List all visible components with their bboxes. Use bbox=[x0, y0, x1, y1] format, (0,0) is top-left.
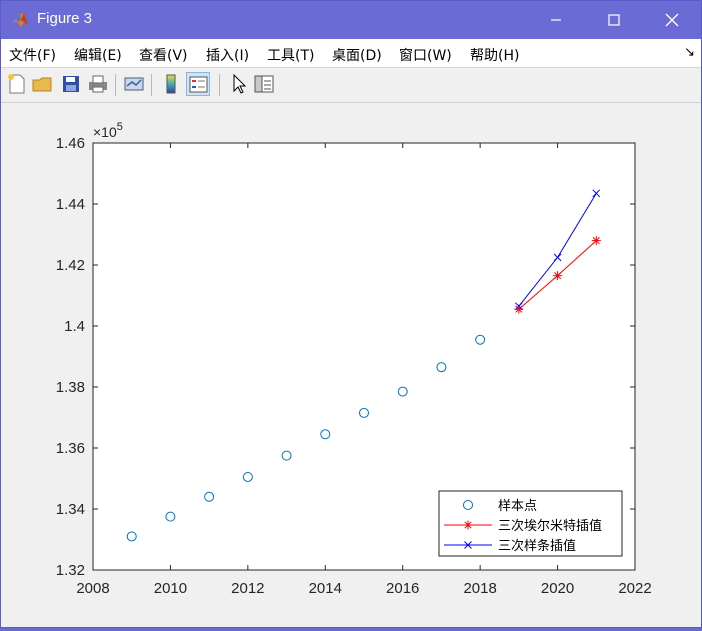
edit-plot-button[interactable] bbox=[226, 72, 250, 96]
insert-colorbar-button[interactable] bbox=[159, 72, 183, 96]
hermite-interpolation-point bbox=[591, 236, 601, 246]
open-file-button[interactable] bbox=[31, 72, 55, 96]
minimize-button[interactable] bbox=[527, 1, 585, 39]
toolbar-separator bbox=[219, 74, 220, 96]
y-tick-label: 1.38 bbox=[56, 379, 85, 396]
legend-icon bbox=[189, 76, 208, 93]
new-figure-button[interactable] bbox=[5, 72, 29, 96]
y-tick-label: 1.34 bbox=[56, 501, 85, 518]
legend[interactable]: 样本点三次埃尔米特插值三次样条插值 bbox=[438, 490, 623, 557]
y-tick-label: 1.42 bbox=[56, 257, 85, 274]
close-icon bbox=[665, 13, 679, 27]
x-tick-label: 2008 bbox=[76, 580, 109, 597]
dock-arrow-icon[interactable]: ↘ bbox=[684, 45, 695, 60]
property-inspector-icon bbox=[254, 75, 274, 93]
plot-svg: 2008 2010 2012 2014 2016 2018 2020 2022 1.32 1.34… bbox=[56, 121, 652, 597]
menu-file[interactable]: 文件(F) bbox=[9, 45, 56, 65]
legend-label: 三次埃尔米特插值 bbox=[498, 518, 602, 534]
menu-window[interactable]: 窗口(W) bbox=[399, 45, 452, 65]
y-tick-label: 1.4 bbox=[64, 318, 85, 335]
figure-toolbar bbox=[1, 68, 701, 103]
legend-label: 样本点 bbox=[498, 499, 537, 514]
x-tick-label: 2010 bbox=[154, 580, 187, 597]
folder-icon bbox=[32, 77, 52, 92]
x-tick-label: 2016 bbox=[386, 580, 419, 597]
link-plot-icon bbox=[124, 77, 144, 91]
exponent-label: ×105 bbox=[93, 121, 123, 140]
menu-tools[interactable]: 工具(T) bbox=[267, 45, 314, 65]
window-title: Figure 3 bbox=[37, 10, 93, 27]
figure-canvas: 2008 2010 2012 2014 2016 2018 2020 2022 1.32 1.34… bbox=[1, 103, 701, 627]
legend-marker bbox=[463, 520, 473, 530]
x-tick-label: 2012 bbox=[231, 580, 264, 597]
matlab-logo-icon bbox=[12, 13, 28, 27]
menu-edit[interactable]: 编辑(E) bbox=[74, 45, 122, 65]
insert-legend-button[interactable] bbox=[186, 72, 210, 96]
hermite-interpolation-point bbox=[553, 271, 563, 281]
y-tick-label: 1.32 bbox=[56, 562, 85, 579]
x-tick-label: 2014 bbox=[309, 580, 342, 597]
title-bar[interactable]: Figure 3 bbox=[1, 1, 701, 39]
y-tick-label: 1.46 bbox=[56, 135, 85, 152]
figure-window: Figure 3 文件(F) 编辑(E) 查看(V) 插入(I) 工具(T) 桌… bbox=[0, 0, 702, 628]
minimize-icon bbox=[551, 19, 561, 21]
new-file-icon bbox=[8, 74, 25, 94]
toolbar-separator bbox=[115, 74, 116, 96]
y-tick-label: 1.44 bbox=[56, 196, 85, 213]
menu-desktop[interactable]: 桌面(D) bbox=[332, 45, 382, 65]
menu-insert[interactable]: 插入(I) bbox=[206, 45, 249, 65]
x-tick-label: 2018 bbox=[463, 580, 496, 597]
pointer-arrow-icon bbox=[233, 73, 247, 94]
save-button[interactable] bbox=[59, 72, 83, 96]
maximize-button[interactable] bbox=[585, 1, 643, 39]
link-plot-button[interactable] bbox=[122, 72, 146, 96]
property-inspector-button[interactable] bbox=[252, 72, 276, 96]
y-tick-label: 1.36 bbox=[56, 440, 85, 457]
print-button[interactable] bbox=[86, 72, 110, 96]
printer-icon bbox=[89, 75, 107, 93]
menu-bar: 文件(F) 编辑(E) 查看(V) 插入(I) 工具(T) 桌面(D) 窗口(W… bbox=[1, 39, 701, 68]
colorbar-icon bbox=[166, 74, 176, 94]
menu-help[interactable]: 帮助(H) bbox=[470, 45, 519, 65]
save-icon bbox=[63, 76, 79, 92]
x-tick-label: 2020 bbox=[541, 580, 574, 597]
maximize-icon bbox=[608, 14, 620, 26]
close-button[interactable] bbox=[643, 1, 701, 39]
menu-view[interactable]: 查看(V) bbox=[139, 45, 188, 65]
toolbar-separator bbox=[151, 74, 152, 96]
legend-label: 三次样条插值 bbox=[498, 538, 576, 554]
x-tick-label: 2022 bbox=[618, 580, 651, 597]
